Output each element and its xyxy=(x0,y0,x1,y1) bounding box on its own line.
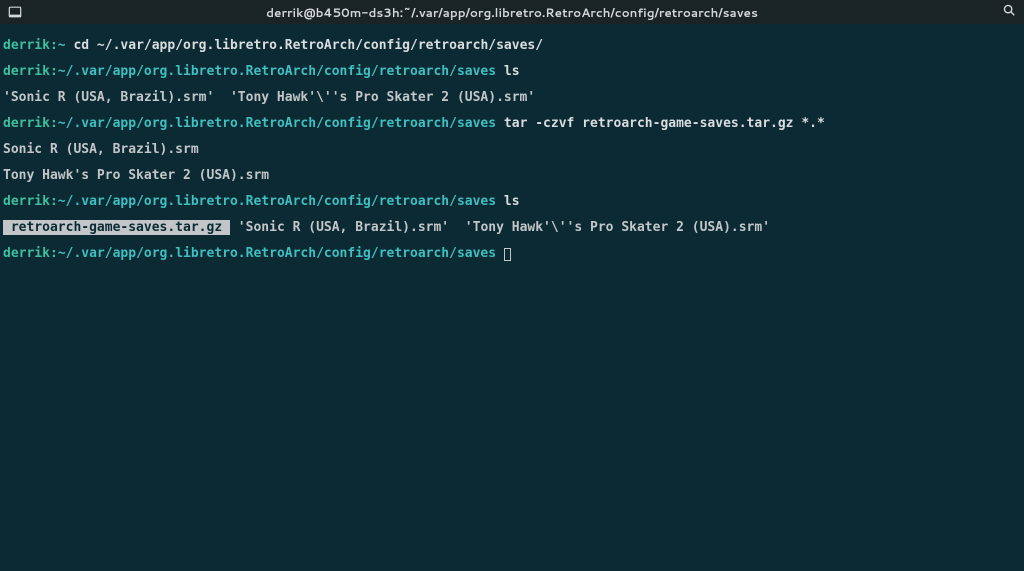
terminal-line: derrik:~/.var/app/org.libretro.RetroArch… xyxy=(3,117,1021,130)
terminal-area[interactable]: derrik:~ cd ~/.var/app/org.libretro.Retr… xyxy=(0,24,1024,276)
command-text: ls xyxy=(496,194,519,209)
terminal-line: Tony Hawk's Pro Skater 2 (USA).srm xyxy=(3,169,1021,182)
output-text: Sonic R (USA, Brazil).srm xyxy=(3,142,199,157)
prompt-sep: : xyxy=(50,64,58,79)
prompt-path: ~/.var/app/org.libretro.RetroArch/config… xyxy=(58,246,496,261)
terminal-line: retroarch-game-saves.tar.gz 'Sonic R (US… xyxy=(3,221,1021,234)
command-text: ls xyxy=(496,64,519,79)
prompt-path: ~/.var/app/org.libretro.RetroArch/config… xyxy=(58,64,496,79)
prompt-path: ~/.var/app/org.libretro.RetroArch/config… xyxy=(58,116,496,131)
prompt-user: derrik xyxy=(3,116,50,131)
terminal-line: derrik:~ cd ~/.var/app/org.libretro.Retr… xyxy=(3,39,1021,52)
output-text: 'Sonic R (USA, Brazil).srm' 'Tony Hawk'\… xyxy=(3,90,535,105)
prompt-sep: : xyxy=(50,116,58,131)
highlighted-file: retroarch-game-saves.tar.gz xyxy=(3,220,230,235)
command-text xyxy=(496,246,504,261)
cursor xyxy=(504,248,511,261)
window-titlebar: derrik@b450m-ds3h:~/.var/app/org.libretr… xyxy=(0,0,1024,24)
prompt-sep: : xyxy=(50,38,58,53)
prompt-user: derrik xyxy=(3,38,50,53)
output-text: Tony Hawk's Pro Skater 2 (USA).srm xyxy=(3,168,269,183)
prompt-user: derrik xyxy=(3,246,50,261)
prompt-path: ~ xyxy=(58,38,66,53)
terminal-icon xyxy=(8,5,22,19)
command-text: cd ~/.var/app/org.libretro.RetroArch/con… xyxy=(66,38,543,53)
terminal-line: derrik:~/.var/app/org.libretro.RetroArch… xyxy=(3,247,1021,261)
search-icon[interactable] xyxy=(1002,3,1016,21)
prompt-sep: : xyxy=(50,246,58,261)
window-title: derrik@b450m-ds3h:~/.var/app/org.libretr… xyxy=(0,4,1024,21)
prompt-sep: : xyxy=(50,194,58,209)
terminal-line: Sonic R (USA, Brazil).srm xyxy=(3,143,1021,156)
prompt-user: derrik xyxy=(3,64,50,79)
output-text: 'Sonic R (USA, Brazil).srm' 'Tony Hawk'\… xyxy=(230,220,770,235)
terminal-line: derrik:~/.var/app/org.libretro.RetroArch… xyxy=(3,65,1021,78)
command-text: tar -czvf retroarch-game-saves.tar.gz *.… xyxy=(496,116,825,131)
terminal-line: derrik:~/.var/app/org.libretro.RetroArch… xyxy=(3,195,1021,208)
prompt-user: derrik xyxy=(3,194,50,209)
prompt-path: ~/.var/app/org.libretro.RetroArch/config… xyxy=(58,194,496,209)
terminal-line: 'Sonic R (USA, Brazil).srm' 'Tony Hawk'\… xyxy=(3,91,1021,104)
